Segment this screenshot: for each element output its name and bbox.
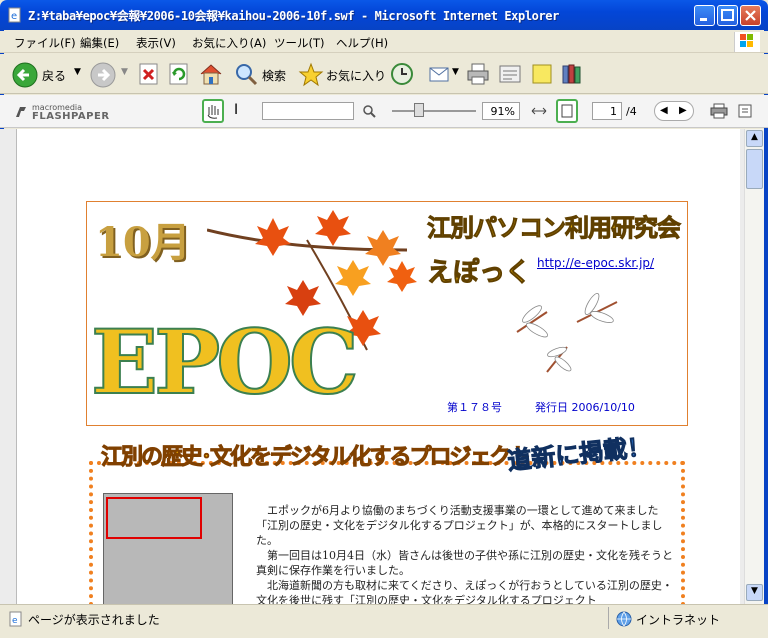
fit-page-icon[interactable]: [556, 99, 578, 123]
research-icon[interactable]: [560, 62, 584, 86]
ie-document-icon: e: [8, 7, 21, 23]
home-icon[interactable]: [198, 62, 224, 86]
issue-date: 発行日 2006/10/10: [535, 401, 635, 414]
flashpaper-toolbar: macromedia FLASHPAPER I 91% 1 /4 ◀ ▶: [0, 95, 768, 128]
epoc-logo: EPOC: [90, 309, 360, 415]
back-label[interactable]: 戻る: [42, 67, 66, 84]
status-text: ページが表示されました: [28, 613, 160, 627]
svg-text:e: e: [12, 616, 18, 626]
up-arrow-icon: ▲: [751, 132, 758, 142]
newsletter-header: 10月 EPOC 江別パソコン利用研究会 えぽっく http://e-epoc.…: [86, 201, 688, 426]
scroll-down-button[interactable]: ▼: [746, 584, 763, 601]
maximize-icon: [721, 9, 734, 21]
zoom-input[interactable]: 91%: [482, 102, 520, 120]
status-divider: [608, 607, 609, 629]
mail-icon[interactable]: [428, 62, 452, 86]
back-dropdown-icon[interactable]: ▼: [74, 67, 81, 77]
search-label[interactable]: 検索: [262, 67, 286, 84]
vertical-scrollbar[interactable]: ▲ ▼: [744, 129, 764, 604]
month-title: 10月: [95, 219, 191, 266]
page-total: /4: [626, 105, 637, 118]
dragonflies-illustration: [516, 293, 618, 373]
forward-arrow-icon[interactable]: [90, 62, 116, 88]
article-paragraph: 第一回目は10月4日（水）皆さんは後世の子供や孫に江別の歴史・文化を残そうと真剣…: [256, 549, 673, 577]
club-nickname: えぽっく: [426, 258, 532, 289]
stop-icon[interactable]: [138, 62, 160, 86]
zone-text: イントラネット: [636, 613, 721, 627]
document-page: 10月 EPOC 江別パソコン利用研究会 えぽっく http://e-epoc.…: [16, 129, 740, 604]
search-icon[interactable]: [234, 62, 258, 86]
text-select-icon[interactable]: I: [234, 102, 238, 118]
fp-options-icon[interactable]: [738, 104, 752, 118]
club-name: 江別パソコン利用研究会: [427, 214, 682, 243]
hand-tool-icon[interactable]: [202, 99, 224, 123]
discuss-icon[interactable]: [530, 62, 554, 86]
menu-bar: ファイル(F) 編集(E) 表示(V) お気に入り(A) ツール(T) ヘルプ(…: [0, 31, 768, 53]
flashpaper-logo-icon: [16, 107, 26, 117]
scroll-up-button[interactable]: ▲: [746, 130, 763, 147]
article-paragraph: 北海道新聞の方も取材に来てくださり、えぽっくが行おうとしている江別の歴史・文化を…: [256, 579, 673, 604]
minimize-icon: [700, 18, 707, 21]
print-icon[interactable]: [466, 62, 490, 86]
article-text: エポックが6月より協働のまちづくり活動支援事業の一環として進めて来ました「江別の…: [256, 503, 680, 604]
intranet-globe-icon: [616, 611, 632, 627]
zoom-slider-thumb[interactable]: [414, 103, 424, 117]
find-input[interactable]: [262, 102, 354, 120]
menu-file[interactable]: ファイル(F): [14, 35, 76, 51]
article-paragraph: エポックが6月より協働のまちづくり活動支援事業の一環として進めて来ました「江別の…: [256, 504, 663, 547]
flashpaper-logo: macromedia FLASHPAPER: [32, 103, 110, 122]
menu-favorites[interactable]: お気に入り(A): [192, 35, 266, 51]
maximize-button[interactable]: [717, 5, 738, 26]
issue-number: 第１７８号: [447, 401, 502, 414]
fit-width-icon[interactable]: [530, 102, 548, 120]
menu-view[interactable]: 表示(V): [136, 35, 176, 51]
zoom-slider[interactable]: [392, 110, 476, 112]
close-icon: [745, 10, 756, 21]
menu-edit[interactable]: 編集(E): [80, 35, 119, 51]
menu-help[interactable]: ヘルプ(H): [336, 35, 388, 51]
minimize-button[interactable]: [694, 5, 715, 26]
page-number-input[interactable]: 1: [592, 102, 622, 120]
next-page-icon[interactable]: ▶: [679, 105, 687, 116]
menu-tools[interactable]: ツール(T): [274, 35, 325, 51]
document-viewport[interactable]: 10月 EPOC 江別パソコン利用研究会 えぽっく http://e-epoc.…: [0, 129, 744, 604]
ie-toolbar: 戻る ▼ ▼ 検索 お気に入り ▼: [0, 54, 768, 94]
prev-page-icon[interactable]: ◀: [660, 105, 668, 116]
flashpaper-logo-bottom: FLASHPAPER: [32, 111, 110, 122]
down-arrow-icon: ▼: [751, 586, 758, 596]
favorites-star-icon[interactable]: [298, 62, 324, 88]
mail-dropdown-icon[interactable]: ▼: [452, 67, 459, 77]
project-title: 江別の歴史･文化をデジタル化するプロジェクト: [101, 445, 533, 471]
page-done-icon: e: [9, 611, 22, 627]
back-arrow-icon[interactable]: [12, 62, 38, 88]
club-url-link[interactable]: http://e-epoc.skr.jp/: [537, 256, 654, 270]
clipping-highlight: [106, 497, 202, 539]
close-button[interactable]: [740, 5, 761, 26]
window-title: Z:¥taba¥epoc¥会報¥2006-10会報¥kaihou-2006-10…: [28, 9, 559, 23]
scroll-thumb[interactable]: [746, 149, 763, 189]
windows-logo-icon: [734, 32, 760, 52]
newspaper-clipping-image: [103, 493, 233, 604]
refresh-icon[interactable]: [168, 62, 190, 86]
status-bar: e ページが表示されました イントラネット: [0, 604, 768, 638]
edit-icon[interactable]: [498, 62, 522, 86]
history-icon[interactable]: [390, 62, 414, 86]
title-bar[interactable]: e Z:¥taba¥epoc¥会報¥2006-10会報¥kaihou-2006-…: [0, 0, 768, 30]
fp-print-icon[interactable]: [710, 103, 728, 119]
forward-dropdown-icon[interactable]: ▼: [121, 67, 128, 77]
find-icon[interactable]: [362, 104, 376, 118]
svg-text:e: e: [11, 11, 17, 22]
favorites-label[interactable]: お気に入り: [326, 67, 386, 84]
page-nav: ◀ ▶: [654, 101, 694, 121]
